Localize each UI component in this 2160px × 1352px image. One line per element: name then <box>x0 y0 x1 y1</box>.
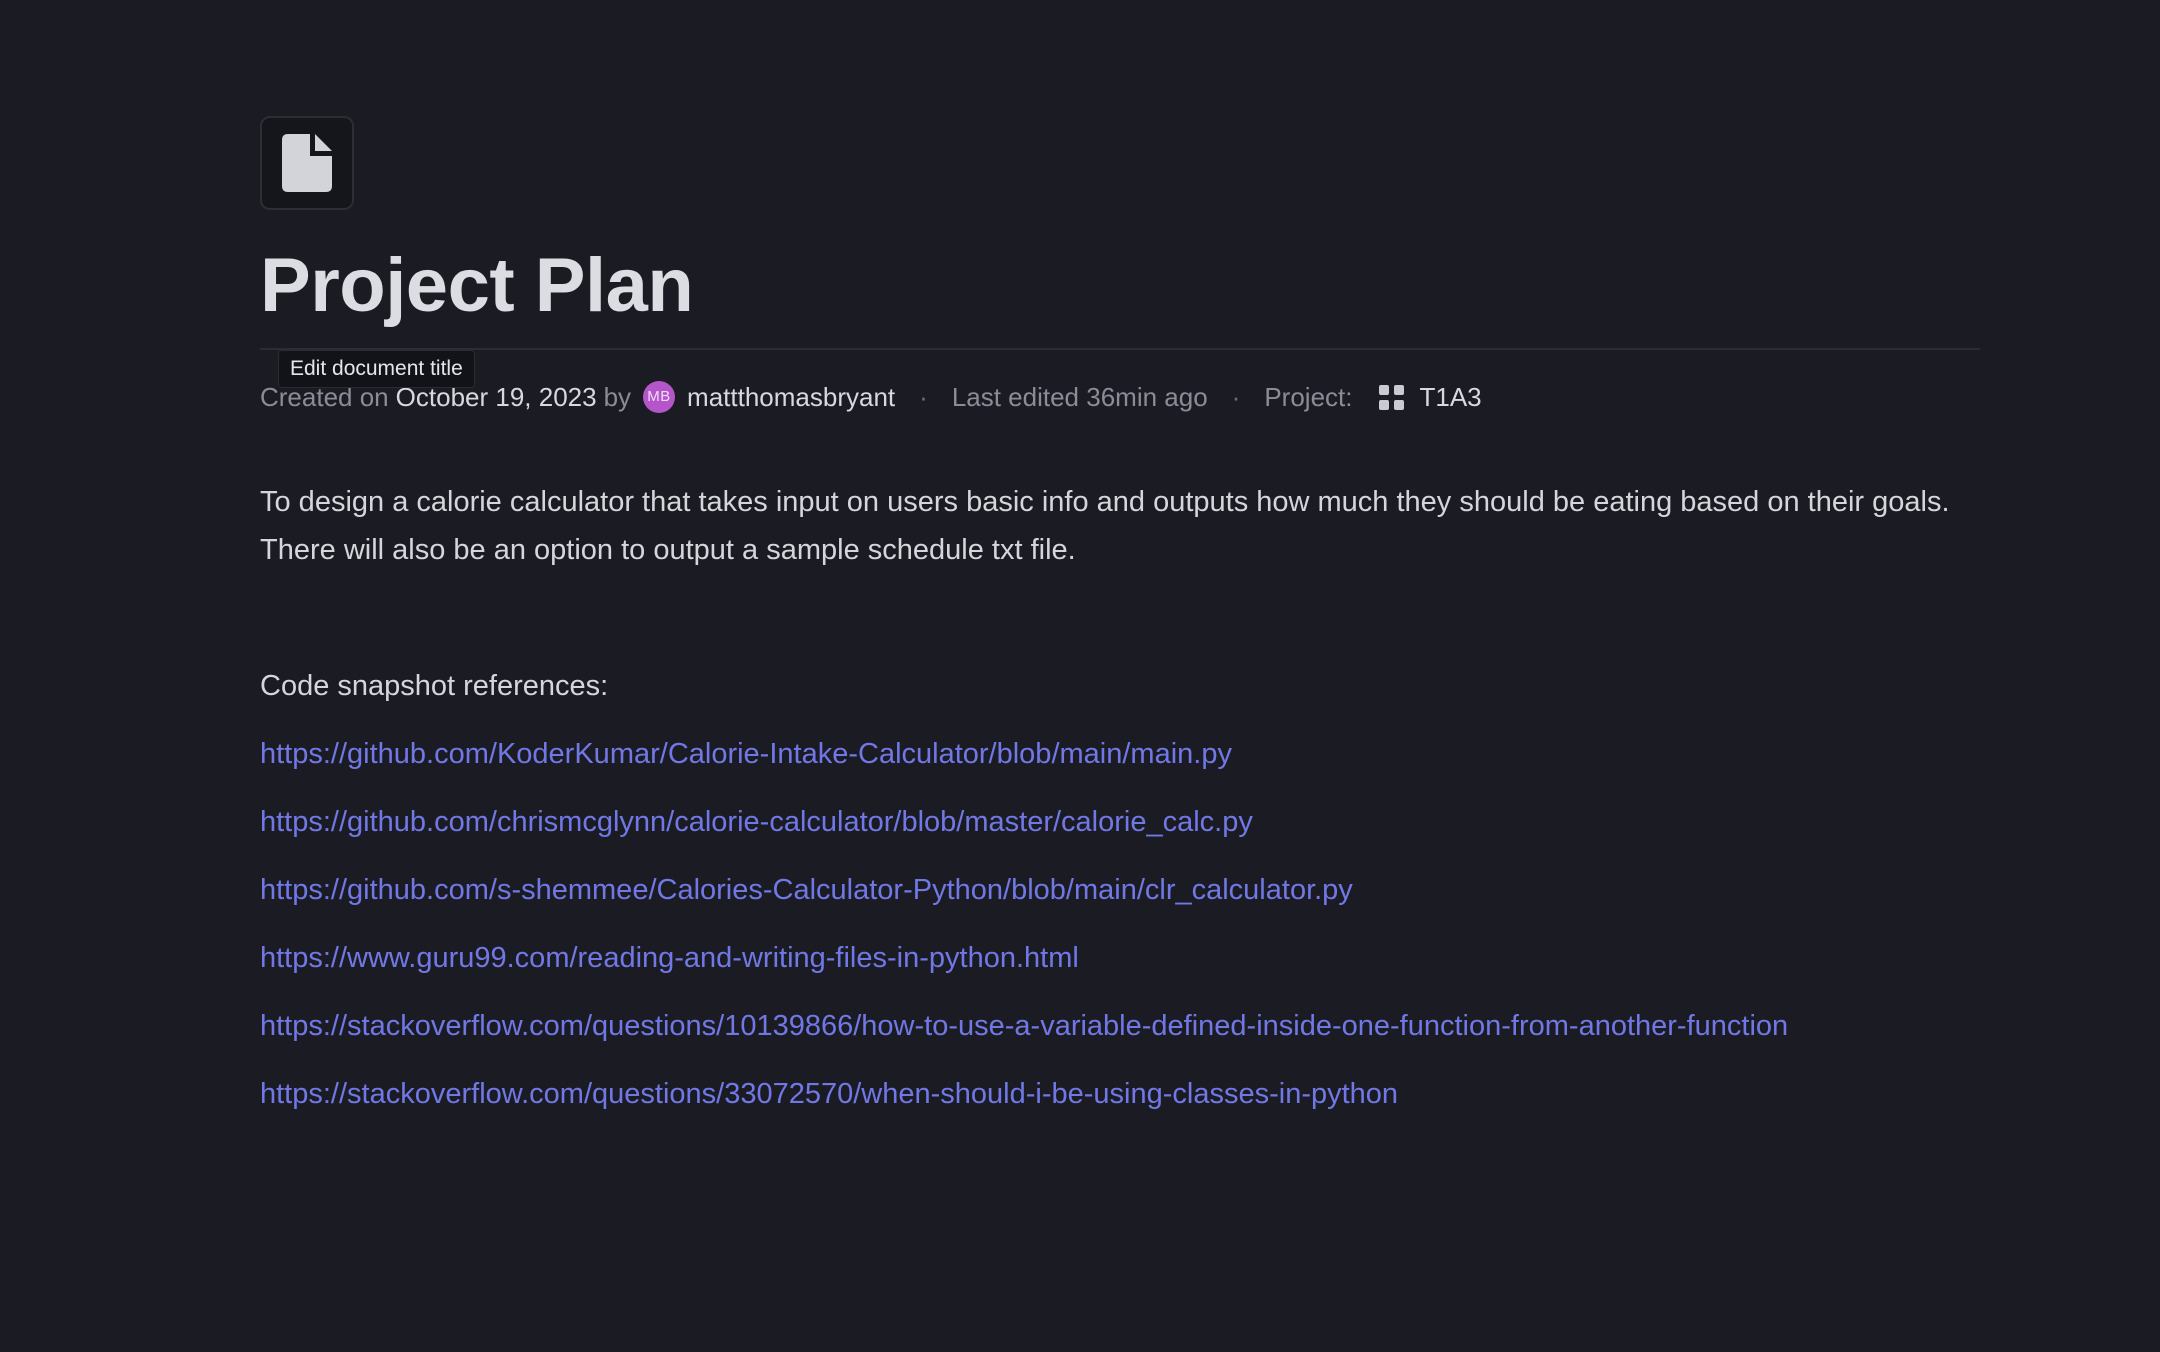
project-label: Project: <box>1264 382 1353 412</box>
document-icon[interactable] <box>260 116 354 210</box>
title-divider <box>260 348 1980 350</box>
reference-link[interactable]: https://github.com/s-shemmee/Calories-Ca… <box>260 866 1980 914</box>
reference-link[interactable]: https://www.guru99.com/reading-and-writi… <box>260 934 1980 982</box>
description-paragraph[interactable]: To design a calorie calculator that take… <box>260 478 1980 574</box>
reference-link[interactable]: https://stackoverflow.com/questions/3307… <box>260 1070 1980 1118</box>
reference-links: https://github.com/KoderKumar/Calorie-In… <box>260 730 1980 1118</box>
by-label: by <box>603 382 632 412</box>
document-meta: Created on October 19, 2023 by MB mattth… <box>260 380 1980 414</box>
grid-icon <box>1378 384 1404 410</box>
reference-link[interactable]: https://github.com/chrismcglynn/calorie-… <box>260 798 1980 846</box>
last-edited: Last edited 36min ago <box>951 382 1208 412</box>
separator-dot: · <box>1231 382 1241 412</box>
avatar[interactable]: MB <box>643 381 676 413</box>
document: Project Plan Edit document title Created… <box>260 116 1980 1138</box>
reference-link[interactable]: https://stackoverflow.com/questions/1013… <box>260 1002 1980 1050</box>
reference-link[interactable]: https://github.com/KoderKumar/Calorie-In… <box>260 730 1980 778</box>
edit-title-tooltip: Edit document title <box>278 350 475 388</box>
project-name[interactable]: T1A3 <box>1420 380 1482 414</box>
page: Project Plan Edit document title Created… <box>0 0 2160 1352</box>
separator-dot: · <box>919 382 928 412</box>
author-name[interactable]: mattthomasbryant <box>687 380 895 414</box>
references-heading[interactable]: Code snapshot references: <box>260 662 1980 710</box>
page-title[interactable]: Project Plan <box>260 244 1980 328</box>
